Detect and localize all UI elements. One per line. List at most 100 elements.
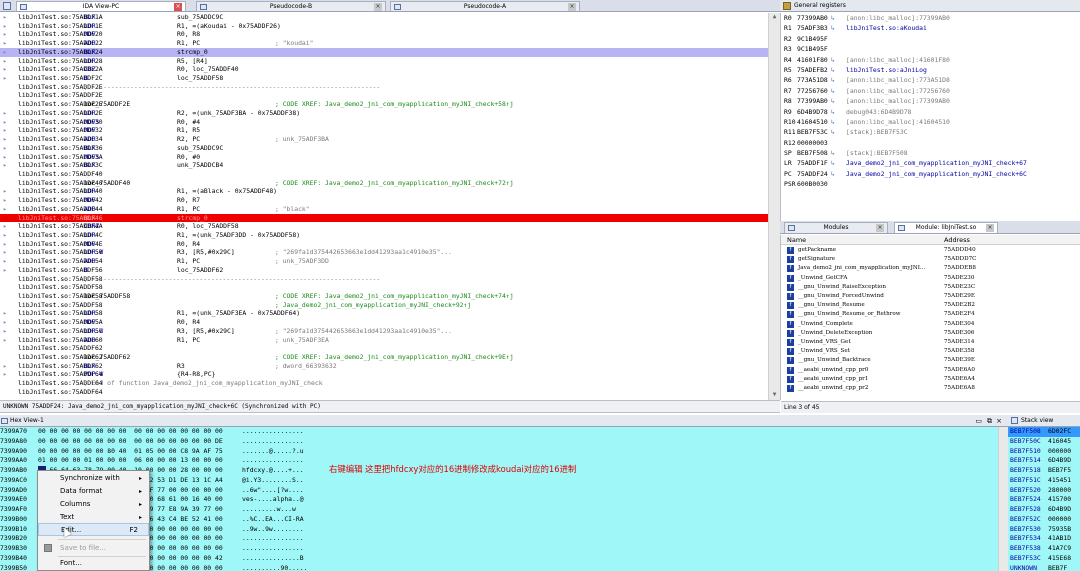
asm-line[interactable]: ▸ libJniTest.so:75ADDF58 LDR R1, =(unk_75AD… (0, 309, 768, 318)
asm-label[interactable]: loc_75ADDF62 (84, 353, 130, 362)
asm-line[interactable]: libJniTest.so:75ADDF58 ; Java_demo2_jni_c… (0, 301, 768, 310)
asm-line[interactable]: ▸ libJniTest.so:75ADDF56 Bloc_75ADDF62 (0, 266, 768, 275)
asm-line[interactable]: ▸ libJniTest.so:75ADDF44 ADD R1, PC; "black… (0, 205, 768, 214)
tab-ida-view-pc[interactable]: IDA View-PC × (16, 1, 186, 11)
asm-line[interactable]: ▸ libJniTest.so:75ADDF22 ADD R1, PC; "kouda… (0, 39, 768, 48)
register-value[interactable]: 9C1B495F (797, 44, 828, 54)
module-exports-list[interactable]: Name Address Line 3 of 45 f getPackname 75… (780, 235, 1080, 413)
asm-line[interactable]: ▸ libJniTest.so:75ADDF32 MOV R1, R5 (0, 126, 768, 135)
menu-item-data-format[interactable]: Data format ▸ (38, 485, 149, 498)
stack-row[interactable]: BEB7F518 BEB7F5 (1008, 466, 1080, 476)
register-value[interactable]: 75ADF3B3 (797, 23, 828, 33)
asm-xref[interactable]: ; CODE XREF: Java_demo2_jni_com_myapplic… (275, 179, 514, 188)
hex-bytes[interactable]: 00 00 00 00 00 00 80 40 01 05 00 00 C8 9… (38, 447, 223, 457)
register-row[interactable]: R2 9C1B495F (781, 34, 1080, 44)
close-icon[interactable]: × (568, 3, 576, 11)
register-row[interactable]: PC 75ADDF24 ↳ Java_demo2_jni_com_myapplicat… (781, 169, 1080, 179)
stack-row[interactable]: BEB7F524 415700 (1008, 495, 1080, 505)
stack-view[interactable]: BEB7F508 6D02FC BEB7F50C 416045 BEB7F510 0000… (1008, 427, 1080, 571)
register-comment[interactable]: libJniTest.so:aJniLog (846, 65, 927, 75)
module-export-row[interactable]: f getSignature 75ADDD7C (781, 255, 1080, 264)
register-value[interactable]: 00000003 (797, 138, 828, 148)
register-value[interactable]: 75ADEFB2 (797, 65, 828, 75)
register-value[interactable]: 6D4B9D78 (797, 107, 828, 117)
column-header-address[interactable]: Address (944, 235, 970, 245)
tab-module-libjnitest[interactable]: Module: libJniTest.so × (894, 222, 998, 233)
hex-ascii[interactable]: hfdcxy.@....+... (242, 466, 304, 476)
register-row[interactable]: R9 6D4B9D78 ↳ debug043:6D4B9D78 (781, 107, 1080, 117)
register-value[interactable]: 77399AB0 (797, 96, 828, 106)
stack-row[interactable]: BEB7F52C 000000 (1008, 515, 1080, 525)
asm-line[interactable]: ▸ libJniTest.so:75ADDF1E LDR R1, =(aKoudai … (0, 22, 768, 31)
register-value[interactable]: 9C1B495F (797, 34, 828, 44)
asm-line[interactable]: ▸ libJniTest.so:75ADDF40 LDR R1, =(aBlack -… (0, 187, 768, 196)
register-comment[interactable]: debug043:6D4B9D78 (846, 107, 911, 117)
register-comment[interactable]: [anon:libc_malloc]:41601F80 (846, 55, 950, 65)
register-value[interactable]: 75ADDF24 (797, 169, 828, 179)
register-row[interactable]: R11 BEB7F53C ↳ [stack]:BEB7F53C (781, 127, 1080, 137)
hex-ascii[interactable]: ves-....alpha..@ (242, 495, 304, 505)
asm-line[interactable]: ▸ libJniTest.so:75ADDF60 ADD R1, PC; unk_75… (0, 336, 768, 345)
hex-view-float-icon[interactable]: ⧉ (987, 415, 992, 427)
stack-row[interactable]: UNKNOWN BEB7F (1008, 564, 1080, 571)
asm-line[interactable]: ▸ libJniTest.so:75ADDF54 ADD R1, PC; unk_75… (0, 257, 768, 266)
register-row[interactable]: R6 773A51D8 ↳ [anon:libc_malloc]:773A51D8 (781, 75, 1080, 85)
register-row[interactable]: R5 75ADEFB2 ↳ libJniTest.so:aJniLog (781, 65, 1080, 75)
hex-ascii[interactable]: ................ (242, 544, 304, 554)
hex-ascii[interactable]: .......@.....?.u (242, 447, 304, 457)
register-row[interactable]: R10 41604510 ↳ [anon:libc_malloc]:41604510 (781, 117, 1080, 127)
hex-ascii[interactable]: ................ (242, 427, 304, 437)
hex-ascii[interactable]: ................ (242, 534, 304, 544)
asm-line[interactable]: ▸ libJniTest.so:75ADDF2E LDR R2, =(unk_75AD… (0, 109, 768, 118)
register-comment[interactable]: [anon:libc_malloc]:41604510 (846, 117, 950, 127)
asm-label[interactable]: loc_75ADDF58 (84, 292, 130, 301)
hex-ascii[interactable]: ................ (242, 437, 304, 447)
register-value[interactable]: 41601F80 (797, 55, 828, 65)
menu-item-save-to-file[interactable]: Save to file... (38, 542, 149, 555)
register-value[interactable]: BEB7F53C (797, 127, 828, 137)
hex-view-minimize-icon[interactable]: ▭ (975, 415, 982, 427)
scroll-down-arrow-icon[interactable]: ▼ (769, 391, 780, 400)
hex-ascii[interactable]: ..%C..EA...CI-RA (242, 515, 304, 525)
module-export-row[interactable]: f __aeabi_unwind_cpp_pr2 75ADE6A8 (781, 384, 1080, 393)
register-comment[interactable]: Java_demo2_jni_com_myapplication_myJNI_c… (846, 158, 1027, 168)
asm-xref[interactable]: ; Java_demo2_jni_com_myapplication_myJNI… (275, 301, 471, 310)
asm-xref[interactable]: ; CODE XREF: Java_demo2_jni_com_myapplic… (275, 292, 514, 301)
module-export-row[interactable]: f __gnu_Unwind_Resume 75ADE2B2 (781, 301, 1080, 310)
close-icon[interactable]: × (174, 3, 182, 11)
module-export-row[interactable]: f __aeabi_unwind_cpp_pr0 75ADE6A0 (781, 366, 1080, 375)
asm-line[interactable]: ▸ libJniTest.so:75ADDF50 LDR.W R3, [R5,#0x2… (0, 248, 768, 257)
stack-row[interactable]: BEB7F53C 415E68 (1008, 554, 1080, 564)
asm-line[interactable]: ▸ libJniTest.so:75ADDF3A MOVS R0, #0 (0, 153, 768, 162)
module-export-row[interactable]: f __gnu_Unwind_Resume_or_Rethrow 75ADE2F4 (781, 310, 1080, 319)
register-row[interactable]: R0 77399AB0 ↳ [anon:libc_malloc]:77399AB0 (781, 13, 1080, 23)
stack-row[interactable]: BEB7F510 000000 (1008, 447, 1080, 457)
module-export-row[interactable]: f _Unwind_VRS_Set 75ADE358 (781, 347, 1080, 356)
asm-line[interactable]: ▸ libJniTest.so:75ADDF4C LDR R1, =(unk_75AD… (0, 231, 768, 240)
register-row[interactable]: R8 77399AB0 ↳ [anon:libc_malloc]:77399AB0 (781, 96, 1080, 106)
asm-line[interactable]: ▸ libJniTest.so:75ADDF30 MOVS R0, #4 (0, 118, 768, 127)
asm-xref[interactable]: ; CODE XREF: Java_demo2_jni_com_myapplic… (275, 100, 514, 109)
hex-row[interactable]: 7399A90 00 00 00 00 00 00 80 40 01 05 00 … (0, 447, 998, 457)
disassembly-listing[interactable]: ▸ libJniTest.so:75ADDF1A BLX sub_75ADDC9C ▸ l… (0, 13, 768, 400)
asm-label[interactable]: loc_75ADDF40 (84, 179, 130, 188)
asm-line[interactable]: libJniTest.so:75ADDF2E (0, 91, 768, 100)
column-header-name[interactable]: Name (787, 235, 806, 245)
module-export-row[interactable]: f _Unwind_Complete 75ADE304 (781, 320, 1080, 329)
register-value[interactable]: 77399AB0 (797, 13, 828, 23)
register-value[interactable]: 600B0030 (797, 179, 828, 189)
hex-ascii[interactable]: ................ (242, 456, 304, 466)
menu-item-synchronize-with[interactable]: Synchronize with ▸ (38, 472, 149, 485)
disassembly-scrollbar[interactable]: ▲ ▼ (768, 13, 780, 400)
hex-bytes[interactable]: 01 00 00 00 01 00 00 00 06 00 00 00 13 0… (38, 456, 223, 466)
register-row[interactable]: R3 9C1B495F (781, 44, 1080, 54)
breakpoint-icon[interactable] (4, 215, 9, 221)
stack-row[interactable]: BEB7F514 6D4B9D (1008, 456, 1080, 466)
asm-line[interactable]: ▸ libJniTest.so:75ADDF36 BLX sub_75ADDC9C (0, 144, 768, 153)
register-comment[interactable]: [anon:libc_malloc]:773A51D8 (846, 75, 950, 85)
module-export-row[interactable]: f getPackname 75ADDD40 (781, 246, 1080, 255)
menu-item-font[interactable]: Font... (38, 557, 149, 570)
asm-line[interactable]: libJniTest.so:75ADDF58 (0, 283, 768, 292)
register-comment[interactable]: [anon:libc_malloc]:77256760 (846, 86, 950, 96)
register-row[interactable]: R12 00000003 (781, 138, 1080, 148)
